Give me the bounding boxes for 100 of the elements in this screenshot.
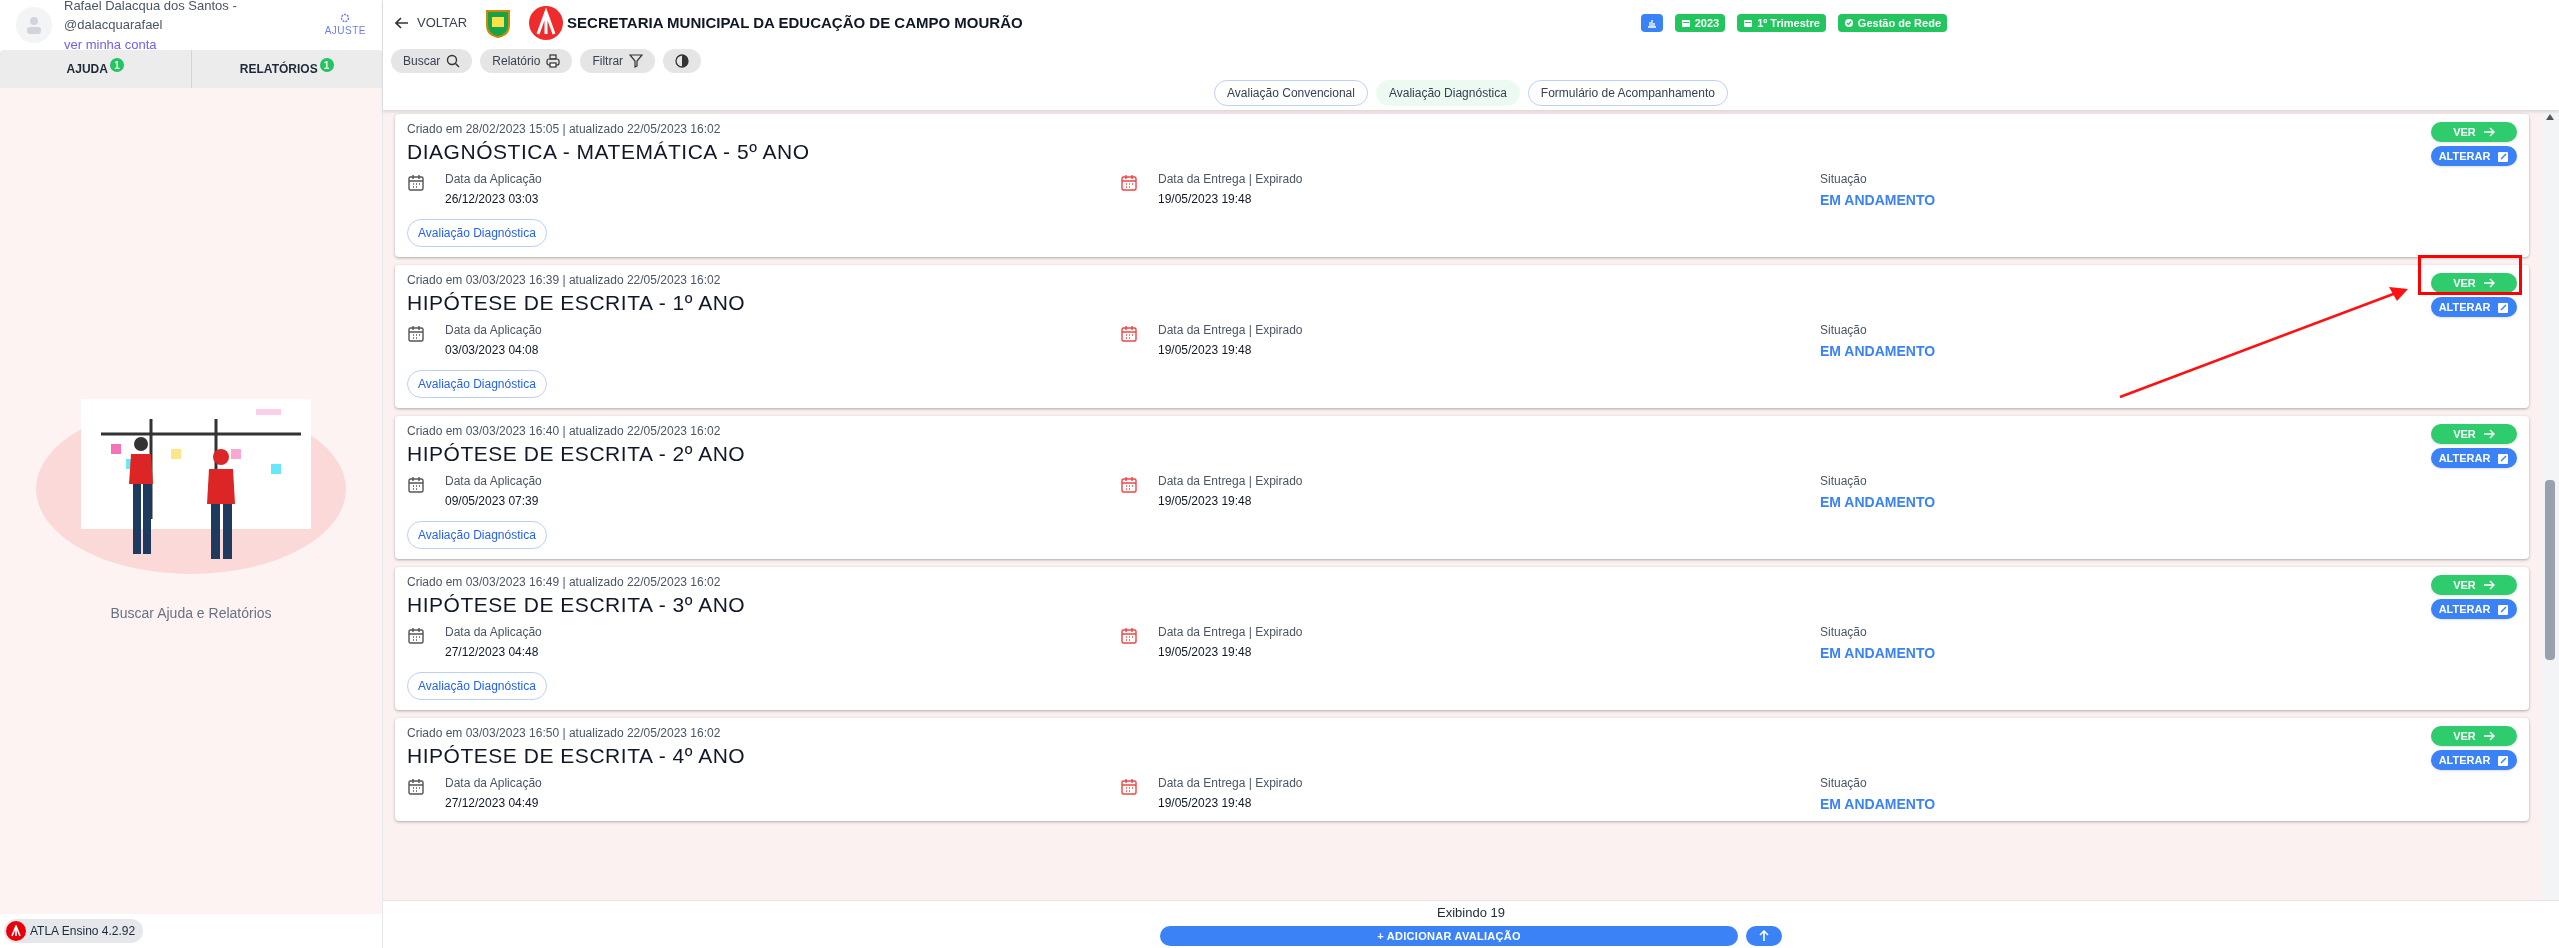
card-meta: Criado em 03/03/2023 16:39 | atualizado 22/05/2023 16:02 xyxy=(407,272,721,289)
edit-icon xyxy=(2498,301,2510,313)
view-button[interactable]: VER xyxy=(2431,726,2517,746)
status-text: EM ANDAMENTO xyxy=(1820,342,1937,361)
status-text: EM ANDAMENTO xyxy=(1820,644,1937,663)
field-label: Data da Aplicação xyxy=(445,624,542,641)
arrow-right-icon xyxy=(2483,127,2495,137)
filter-chip[interactable]: Gestão de Rede xyxy=(1837,14,1947,32)
arrow-right-icon xyxy=(2483,731,2495,741)
card-title: HIPÓTESE DE ESCRITA - 3º ANO xyxy=(407,592,746,618)
field-label: Data da Aplicação xyxy=(445,473,542,490)
toolbar-button[interactable]: Filtrar xyxy=(580,49,656,73)
card-meta: Criado em 03/03/2023 16:49 | atualizado 22/05/2023 16:02 xyxy=(407,574,721,591)
field-label: Situação xyxy=(1820,624,1868,641)
status-text: EM ANDAMENTO xyxy=(1820,795,1937,814)
arrow-right-icon xyxy=(2483,580,2495,590)
field-label: Situação xyxy=(1820,322,1868,339)
field-label: Data da Aplicação xyxy=(445,775,542,792)
back-button[interactable]: VOLTAR xyxy=(395,13,468,33)
calendar-icon xyxy=(407,174,425,192)
view-button[interactable]: VER xyxy=(2431,575,2517,595)
add-assessment-button[interactable]: + ADICIONAR AVALIAÇÃO xyxy=(1160,926,1738,947)
field-label: Data da Aplicação xyxy=(445,322,542,339)
settings-button[interactable]: AJUSTE xyxy=(324,12,366,38)
filter-icon xyxy=(629,54,644,68)
calendar-icon xyxy=(1120,325,1138,343)
card-meta: Criado em 28/02/2023 15:05 | atualizado 22/05/2023 16:02 xyxy=(407,121,721,138)
status-text: EM ANDAMENTO xyxy=(1820,493,1937,512)
calendar-icon xyxy=(1120,174,1138,192)
contrast-toggle-button[interactable] xyxy=(663,49,702,73)
calendar-icon xyxy=(1743,18,1754,28)
field-label: Data da Entrega | Expirado xyxy=(1158,624,1303,641)
card-title: HIPÓTESE DE ESCRITA - 2º ANO xyxy=(407,441,746,467)
arrow-right-icon xyxy=(2483,429,2495,439)
search-icon xyxy=(446,54,461,68)
edit-button[interactable]: ALTERAR xyxy=(2431,146,2517,166)
filter-chip[interactable]: 2023 xyxy=(1674,14,1726,32)
field-value: 27/12/2023 04:48 xyxy=(445,644,540,661)
filter-chip[interactable]: 1º Trimestre xyxy=(1737,14,1826,32)
tab[interactable]: Avaliação Diagnóstica xyxy=(1375,80,1520,106)
calendar-icon xyxy=(407,325,425,343)
calendar-icon xyxy=(407,778,425,796)
calendar-icon xyxy=(407,627,425,645)
field-value: 19/05/2023 19:48 xyxy=(1158,644,1253,661)
edit-button[interactable]: ALTERAR xyxy=(2431,750,2517,770)
field-value: 09/05/2023 07:39 xyxy=(445,493,540,510)
field-value: 27/12/2023 04:49 xyxy=(445,795,540,812)
calendar-icon xyxy=(1120,627,1138,645)
scroll-top-button[interactable] xyxy=(1746,926,1782,947)
field-label: Data da Entrega | Expirado xyxy=(1158,171,1303,188)
edit-button[interactable]: ALTERAR xyxy=(2431,297,2517,317)
arrow-up-icon xyxy=(1759,930,1769,943)
scrollbar-thumb[interactable] xyxy=(2545,480,2555,660)
field-label: Data da Entrega | Expirado xyxy=(1158,775,1303,792)
calendar-icon xyxy=(1120,778,1138,796)
view-button[interactable]: VER xyxy=(2431,122,2517,142)
card-title: DIAGNÓSTICA - MATEMÁTICA - 5º ANO xyxy=(407,139,810,165)
count-badge: 1 xyxy=(319,58,334,72)
calendar-icon xyxy=(1680,18,1691,28)
field-value: 19/05/2023 19:48 xyxy=(1158,795,1253,812)
field-label: Situação xyxy=(1820,775,1868,792)
arrow-left-icon xyxy=(395,16,409,30)
avatar xyxy=(16,7,52,43)
check-circle-icon xyxy=(1843,18,1854,28)
card-title: HIPÓTESE DE ESCRITA - 4º ANO xyxy=(407,743,746,769)
view-button[interactable]: VER xyxy=(2431,424,2517,444)
scroll-up-arrow-icon[interactable] xyxy=(2546,114,2554,120)
page-title: SECRETARIA MUNICIPAL DA EDUCAÇÃO DE CAMPO MOURÃO xyxy=(567,12,1023,33)
logo-icon xyxy=(529,6,564,40)
edit-icon xyxy=(2498,603,2510,615)
toolbar-button[interactable]: Relatório xyxy=(480,49,573,73)
field-label: Situação xyxy=(1820,171,1868,188)
tab[interactable]: Formulário de Acompanhamento xyxy=(1527,80,1728,106)
field-label: Data da Aplicação xyxy=(445,171,542,188)
card-title: HIPÓTESE DE ESCRITA - 1º ANO xyxy=(407,290,746,316)
calendar-icon xyxy=(1120,476,1138,494)
tab[interactable]: Avaliação Convencional xyxy=(1214,80,1368,106)
view-button[interactable]: VER xyxy=(2431,273,2517,293)
field-label: Data da Entrega | Expirado xyxy=(1158,322,1303,339)
chart-icon xyxy=(1646,18,1657,28)
arrow-right-icon xyxy=(2483,278,2495,288)
edit-icon xyxy=(2498,150,2510,162)
field-label: Data da Entrega | Expirado xyxy=(1158,473,1303,490)
toolbar-button[interactable]: Buscar xyxy=(391,49,473,73)
empty-state-text: Buscar Ajuda e Relatórios xyxy=(110,603,272,623)
scrollbar[interactable] xyxy=(2541,110,2559,900)
field-value: 26/12/2023 03:03 xyxy=(445,191,540,208)
result-count: Exibindo 19 xyxy=(1437,903,1505,922)
contrast-icon xyxy=(675,54,690,68)
field-value: 19/05/2023 19:48 xyxy=(1158,191,1253,208)
chart-button[interactable] xyxy=(1640,14,1663,32)
edit-button[interactable]: ALTERAR xyxy=(2431,448,2517,468)
edit-icon xyxy=(2498,452,2510,464)
field-value: 19/05/2023 19:48 xyxy=(1158,342,1253,359)
logo-icon xyxy=(6,921,26,941)
field-value: 19/05/2023 19:48 xyxy=(1158,493,1253,510)
calendar-icon xyxy=(407,476,425,494)
edit-button[interactable]: ALTERAR xyxy=(2431,599,2517,619)
version-badge: ATLA Ensino 4.2.92 xyxy=(4,919,144,943)
gear-icon xyxy=(340,12,351,23)
